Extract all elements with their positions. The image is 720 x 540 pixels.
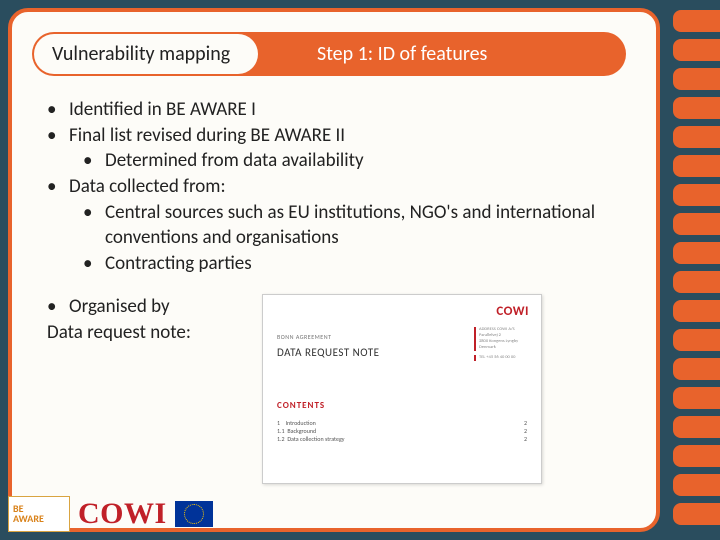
doc-contents-header: CONTENTS [277,400,527,412]
decorative-stripes [665,0,720,540]
bullet: Determined from data availability [105,148,364,174]
footer-logos: BE AWARE COWI [8,496,213,532]
cowi-logo: COWI [78,497,167,531]
bullet: Data collected from: [69,174,226,200]
content-area: •Identified in BE AWARE I •Final list re… [47,97,621,484]
bullet: Final list revised during BE AWARE II [69,123,345,149]
document-thumbnail: COWI ADDRESS COWI A/SParallelvej 22800 K… [262,294,542,484]
doc-toc: 1 Introduction2 1.1 Background2 1.2 Data… [277,419,527,443]
eu-flag-icon [175,501,213,527]
bullet: Central sources such as EU institutions,… [105,200,621,251]
title-bar: Vulnerability mapping Step 1: ID of feat… [32,32,626,76]
bullet-cont: Data request note: [47,320,262,346]
slide-subtitle: Step 1: ID of features [317,42,487,66]
title-pill: Vulnerability mapping [34,34,258,74]
slide-title: Vulnerability mapping [52,42,230,66]
bullet: Organised by [69,294,170,320]
slide-frame: Vulnerability mapping Step 1: ID of feat… [8,8,660,532]
bullet: Identified in BE AWARE I [69,97,256,123]
bullet: Contracting parties [105,251,252,277]
doc-address-block: ADDRESS COWI A/SParallelvej 22800 Kongen… [474,327,529,364]
doc-brand: COWI [496,303,529,321]
be-aware-logo: BE AWARE [8,496,70,532]
